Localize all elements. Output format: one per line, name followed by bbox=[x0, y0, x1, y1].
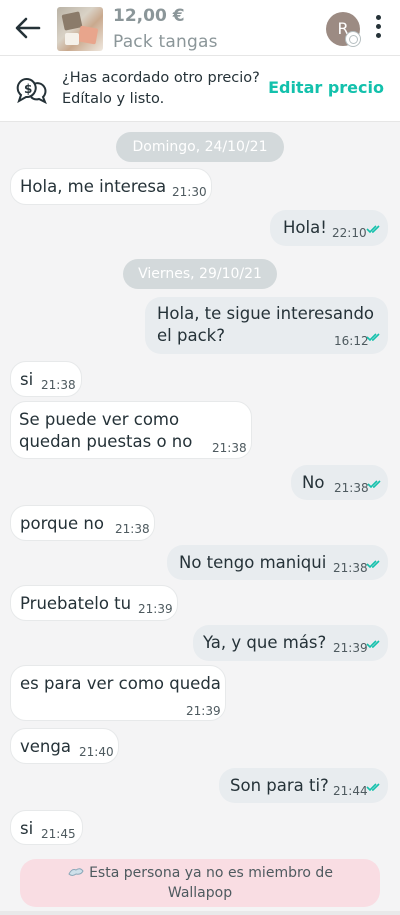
gone-user-icon bbox=[68, 868, 84, 876]
item-thumbnail[interactable] bbox=[57, 7, 103, 51]
price-chat-icon: $ bbox=[14, 72, 48, 106]
conversation-header: 12,00 € Pack tangas R bbox=[0, 0, 400, 56]
double-check-icon bbox=[366, 783, 380, 792]
message-outgoing: Ya, y que más? 21:39 bbox=[193, 625, 388, 661]
item-price[interactable]: 12,00 € bbox=[113, 6, 185, 26]
banner-line-2: Wallapop bbox=[167, 885, 233, 901]
message-time: 21:39 bbox=[333, 641, 368, 655]
offer-message: ¿Has acordado otro precio? Edítalo y lis… bbox=[62, 68, 272, 110]
message-incoming: venga 21:40 bbox=[10, 728, 119, 764]
message-outgoing: Son para ti? 21:44 bbox=[219, 768, 388, 803]
svg-text:$: $ bbox=[24, 82, 32, 96]
chat-area: Domingo, 24/10/21 Hola, me interesa 21:3… bbox=[0, 122, 400, 915]
message-text: No bbox=[302, 473, 325, 492]
back-arrow-icon bbox=[15, 17, 41, 39]
message-time: 21:38 bbox=[115, 522, 150, 536]
message-time: 21:39 bbox=[138, 602, 173, 616]
message-time: 21:40 bbox=[79, 745, 114, 759]
item-title[interactable]: Pack tangas bbox=[113, 32, 218, 52]
message-text-line: el pack? bbox=[157, 326, 225, 345]
message-outgoing: No tengo maniqui 21:38 bbox=[167, 545, 388, 580]
date-separator: Viernes, 29/10/21 bbox=[123, 259, 277, 289]
message-time: 21:38 bbox=[41, 378, 76, 392]
double-check-icon bbox=[367, 480, 381, 489]
bottom-divider bbox=[0, 911, 400, 915]
date-separator: Domingo, 24/10/21 bbox=[116, 132, 284, 162]
double-check-icon bbox=[366, 640, 380, 649]
message-incoming: Se puede ver como quedan puestas o no 21… bbox=[10, 401, 252, 459]
message-text: Hola, me interesa bbox=[20, 177, 167, 196]
message-text: Hola, te sigue interesando bbox=[157, 304, 375, 323]
offer-line-2: Edítalo y listo. bbox=[62, 91, 165, 107]
message-incoming: si 21:38 bbox=[10, 361, 82, 397]
user-deleted-banner: Esta persona ya no es miembro de Wallapo… bbox=[20, 859, 380, 907]
message-text: porque no bbox=[20, 514, 104, 533]
message-outgoing: No 21:38 bbox=[291, 465, 388, 500]
message-text: es para ver como queda bbox=[20, 674, 221, 693]
message-text: Hola! bbox=[283, 218, 327, 237]
more-vertical-icon bbox=[370, 15, 386, 38]
message-incoming: Pruebatelo tu 21:39 bbox=[10, 585, 178, 621]
back-button[interactable] bbox=[12, 12, 44, 44]
message-text: Son para ti? bbox=[230, 776, 329, 795]
double-check-icon bbox=[366, 225, 380, 234]
price-offer-bar: $ ¿Has acordado otro precio? Edítalo y l… bbox=[0, 56, 400, 122]
message-outgoing: Hola! 22:10 bbox=[270, 210, 388, 246]
message-time: 21:38 bbox=[212, 441, 247, 455]
banner-line-1: Esta persona ya no es miembro de bbox=[89, 865, 333, 881]
message-time: 21:45 bbox=[41, 827, 76, 841]
message-text: Pruebatelo tu bbox=[20, 594, 132, 613]
edit-price-button[interactable]: Editar precio bbox=[268, 78, 384, 97]
message-incoming: es para ver como queda 21:39 bbox=[10, 665, 226, 721]
message-text: si bbox=[20, 370, 34, 389]
avatar-status-icon bbox=[345, 31, 361, 47]
offer-line-1: ¿Has acordado otro precio? bbox=[62, 70, 260, 86]
message-time: 21:38 bbox=[334, 481, 369, 495]
message-outgoing: Hola, te sigue interesando el pack? 16:1… bbox=[145, 297, 388, 354]
message-incoming: Hola, me interesa 21:30 bbox=[10, 168, 212, 205]
message-text: No tengo maniqui bbox=[179, 553, 327, 572]
more-options-button[interactable] bbox=[370, 13, 386, 43]
message-text-line: quedan puestas o no bbox=[19, 432, 193, 451]
message-time: 22:10 bbox=[332, 226, 367, 240]
message-time: 21:39 bbox=[186, 704, 221, 718]
message-incoming: si 21:45 bbox=[10, 810, 83, 845]
message-text: Ya, y que más? bbox=[203, 633, 327, 652]
message-time: 16:12 bbox=[334, 334, 369, 348]
message-time: 21:38 bbox=[333, 561, 368, 575]
message-incoming: porque no 21:38 bbox=[10, 505, 155, 541]
double-check-icon bbox=[366, 560, 380, 569]
message-text: venga bbox=[20, 737, 71, 756]
double-check-icon bbox=[366, 333, 380, 342]
message-text: Se puede ver como bbox=[19, 410, 180, 429]
message-time: 21:30 bbox=[172, 185, 207, 199]
message-text: si bbox=[20, 819, 34, 838]
message-time: 21:44 bbox=[333, 784, 368, 798]
